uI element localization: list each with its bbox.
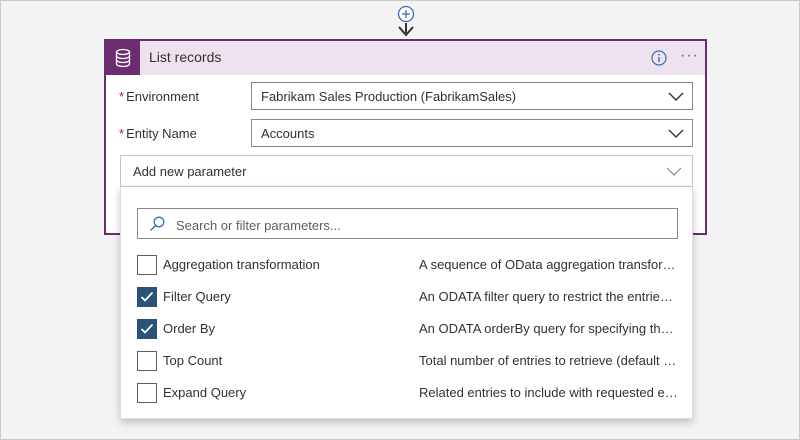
arrow-down-icon	[398, 26, 414, 37]
option-description: A sequence of OData aggregation transfor…	[419, 257, 678, 272]
card-title: List records	[149, 49, 222, 65]
option-description: Total number of entries to retrieve (def…	[419, 353, 678, 368]
add-new-parameter-label: Add new parameter	[133, 164, 247, 179]
parameter-search-box	[137, 208, 678, 239]
search-icon	[150, 216, 165, 231]
environment-label: * Environment	[119, 89, 199, 104]
card-header[interactable]: List records ···	[106, 41, 705, 75]
parameter-option-filter-query[interactable]: Filter Query An ODATA filter query to re…	[137, 285, 678, 309]
info-icon[interactable]	[651, 50, 667, 66]
checkbox[interactable]	[137, 255, 157, 275]
entity-name-select[interactable]: Accounts	[251, 119, 693, 147]
environment-select[interactable]: Fabrikam Sales Production (FabrikamSales…	[251, 82, 693, 110]
database-icon	[106, 41, 140, 75]
option-description: An ODATA filter query to restrict the en…	[419, 289, 678, 304]
option-label: Expand Query	[163, 385, 247, 400]
checkbox-checked[interactable]	[137, 287, 157, 307]
chevron-down-icon	[666, 167, 682, 176]
environment-value: Fabrikam Sales Production (FabrikamSales…	[261, 89, 517, 104]
parameter-option-order-by[interactable]: Order By An ODATA orderBy query for spec…	[137, 317, 678, 341]
entity-name-label: * Entity Name	[119, 126, 197, 141]
add-new-parameter-dropdown[interactable]: Add new parameter	[120, 155, 693, 187]
checkmark-icon	[140, 291, 154, 302]
option-label: Filter Query	[163, 289, 231, 304]
entity-name-value: Accounts	[261, 126, 315, 141]
required-marker: *	[119, 89, 125, 104]
option-description: Related entries to include with requeste…	[419, 385, 678, 400]
option-description: An ODATA orderBy query for specifying th…	[419, 321, 678, 336]
more-options-icon[interactable]: ···	[680, 47, 699, 65]
plus-circle-icon[interactable]	[397, 5, 415, 23]
parameter-option-aggregation[interactable]: Aggregation transformation A sequence of…	[137, 253, 678, 277]
option-label: Aggregation transformation	[163, 257, 320, 272]
checkbox[interactable]	[137, 383, 157, 403]
environment-label-text: Environment	[126, 89, 200, 104]
required-marker: *	[119, 126, 125, 141]
checkmark-icon	[140, 323, 154, 334]
chevron-down-icon	[668, 92, 684, 101]
checkbox-checked[interactable]	[137, 319, 157, 339]
parameter-option-expand-query[interactable]: Expand Query Related entries to include …	[137, 381, 678, 405]
checkbox[interactable]	[137, 351, 157, 371]
parameter-option-top-count[interactable]: Top Count Total number of entries to ret…	[137, 349, 678, 373]
chevron-down-icon	[668, 129, 684, 138]
parameter-dropdown-panel: Aggregation transformation A sequence of…	[120, 187, 693, 419]
entity-name-label-text: Entity Name	[126, 126, 197, 141]
option-label: Order By	[163, 321, 216, 336]
parameter-search-input[interactable]	[174, 214, 673, 236]
option-label: Top Count	[163, 353, 223, 368]
